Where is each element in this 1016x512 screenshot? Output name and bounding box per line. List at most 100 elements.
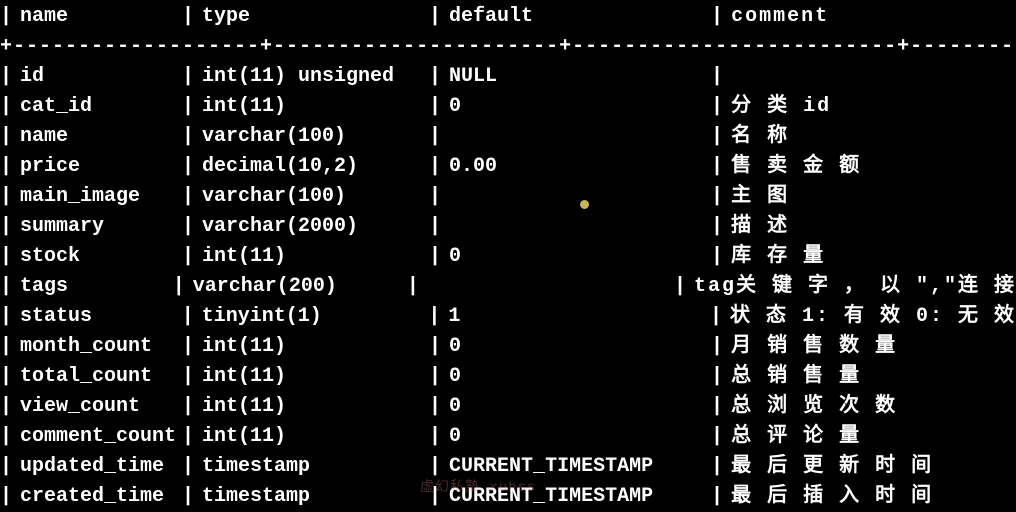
table-row: |comment_count|int(11)|0|总 评 论 量: [0, 422, 1016, 452]
table-row: |cat_id|int(11)|0|分 类 id: [0, 92, 1016, 122]
cell-comment: 总 评 论 量: [723, 422, 1016, 452]
table-row: |summary|varchar(2000)||描 述: [0, 212, 1016, 242]
cell-comment: 最 后 插 入 时 间: [723, 482, 1016, 512]
pipe-icon: |: [182, 392, 194, 422]
table-row: |stock|int(11)|0|库 存 量: [0, 242, 1016, 272]
header-comment: comment: [723, 2, 1016, 32]
cell-name: main_image: [12, 182, 182, 212]
pipe-icon: |: [710, 302, 722, 332]
pipe-icon: |: [429, 182, 441, 212]
cell-type: int(11) unsigned: [194, 62, 429, 92]
pipe-icon: |: [429, 422, 441, 452]
cell-type: decimal(10,2): [194, 152, 429, 182]
pipe-icon: |: [429, 122, 441, 152]
pipe-icon: |: [182, 302, 194, 332]
cell-type: int(11): [194, 92, 429, 122]
cell-comment: 总 浏 览 次 数: [723, 392, 1016, 422]
pipe-icon: |: [711, 62, 723, 92]
pipe-icon: |: [711, 392, 723, 422]
table-row: |tags|varchar(200)||tag关 键 字 ， 以 ","连 接: [0, 272, 1016, 302]
cell-name: total_count: [12, 362, 182, 392]
pipe-icon: |: [182, 482, 194, 512]
cell-comment: 描 述: [723, 212, 1016, 242]
pipe-icon: |: [711, 362, 723, 392]
cursor-dot-icon: [580, 200, 589, 209]
pipe-icon: |: [711, 2, 723, 32]
table-row: |view_count|int(11)|0|总 浏 览 次 数: [0, 392, 1016, 422]
watermark-text: 虚幻私塾 xuhss: [420, 478, 536, 499]
cell-comment: 售 卖 金 额: [723, 152, 1016, 182]
pipe-icon: |: [429, 92, 441, 122]
pipe-icon: |: [711, 242, 723, 272]
pipe-icon: |: [0, 62, 12, 92]
pipe-icon: |: [182, 452, 194, 482]
cell-type: int(11): [194, 332, 429, 362]
cell-default: 0: [441, 392, 711, 422]
pipe-icon: |: [674, 272, 686, 302]
cell-comment: 分 类 id: [723, 92, 1016, 122]
table-row: |total_count|int(11)|0|总 销 售 量: [0, 362, 1016, 392]
cell-name: name: [12, 122, 182, 152]
pipe-icon: |: [429, 242, 441, 272]
cell-comment: 总 销 售 量: [723, 362, 1016, 392]
pipe-icon: |: [0, 422, 12, 452]
cell-type: int(11): [194, 422, 429, 452]
cell-default: 0: [441, 422, 711, 452]
cell-name: tags: [12, 272, 173, 302]
cell-type: int(11): [194, 392, 429, 422]
cell-type: varchar(100): [194, 182, 429, 212]
cell-type: timestamp: [194, 482, 429, 512]
cell-name: view_count: [12, 392, 182, 422]
pipe-icon: |: [182, 422, 194, 452]
table-row: |main_image|varchar(100)||主 图: [0, 182, 1016, 212]
pipe-icon: |: [0, 362, 12, 392]
cell-name: price: [12, 152, 182, 182]
cell-name: summary: [12, 212, 182, 242]
pipe-icon: |: [711, 122, 723, 152]
pipe-icon: |: [182, 332, 194, 362]
cell-type: tinyint(1): [194, 302, 429, 332]
pipe-icon: |: [428, 302, 440, 332]
cell-name: cat_id: [12, 92, 182, 122]
header-type: type: [194, 2, 429, 32]
cell-default: 0: [441, 242, 711, 272]
pipe-icon: |: [711, 422, 723, 452]
pipe-icon: |: [0, 242, 12, 272]
header-default: default: [441, 2, 711, 32]
pipe-icon: |: [429, 62, 441, 92]
pipe-icon: |: [0, 2, 12, 32]
table-row: |month_count|int(11)|0|月 销 售 数 量: [0, 332, 1016, 362]
pipe-icon: |: [0, 272, 12, 302]
cell-name: id: [12, 62, 182, 92]
pipe-icon: |: [182, 152, 194, 182]
pipe-icon: |: [182, 2, 194, 32]
cell-name: created_time: [12, 482, 182, 512]
pipe-icon: |: [429, 332, 441, 362]
pipe-icon: |: [182, 242, 194, 272]
pipe-icon: |: [429, 392, 441, 422]
cell-type: varchar(200): [185, 272, 407, 302]
pipe-icon: |: [0, 482, 12, 512]
pipe-icon: |: [711, 182, 723, 212]
pipe-icon: |: [182, 62, 194, 92]
pipe-icon: |: [0, 392, 12, 422]
pipe-icon: |: [182, 122, 194, 152]
pipe-icon: |: [429, 2, 441, 32]
pipe-icon: |: [429, 212, 441, 242]
pipe-icon: |: [182, 182, 194, 212]
cell-comment: 主 图: [723, 182, 1016, 212]
pipe-icon: |: [0, 182, 12, 212]
table-row: |price|decimal(10,2)|0.00|售 卖 金 额: [0, 152, 1016, 182]
pipe-icon: |: [173, 272, 185, 302]
cell-name: stock: [12, 242, 182, 272]
cell-type: timestamp: [194, 452, 429, 482]
cell-comment: tag关 键 字 ， 以 ","连 接: [686, 272, 1016, 302]
pipe-icon: |: [711, 92, 723, 122]
cell-comment: 状 态 1: 有 效 0: 无 效: [722, 302, 1016, 332]
cell-default: NULL: [441, 62, 711, 92]
pipe-icon: |: [0, 452, 12, 482]
cell-comment: 月 销 售 数 量: [723, 332, 1016, 362]
cell-default: 0: [441, 332, 711, 362]
pipe-icon: |: [0, 92, 12, 122]
pipe-icon: |: [429, 362, 441, 392]
